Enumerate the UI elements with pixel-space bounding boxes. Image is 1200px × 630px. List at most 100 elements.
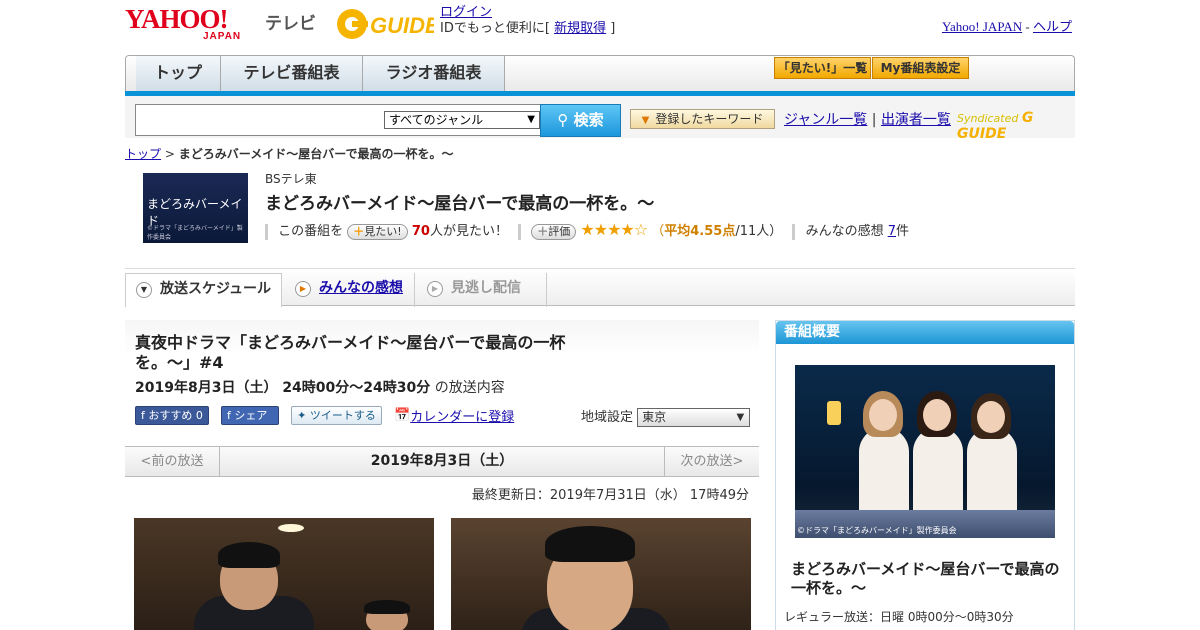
want-label: この番組を <box>278 224 344 239</box>
woman-face <box>923 399 951 431</box>
sidebar-heading: 番組概要 <box>776 321 1074 344</box>
regular-broadcast: レギュラー放送：日曜 0時00分～0時30分 <box>784 610 1014 624</box>
rating-button[interactable]: ＋評価 <box>531 223 577 240</box>
rating-stars: ★★★★☆ <box>580 220 648 239</box>
sidebar-program-summary: 番組概要 ©ドラマ「まどろみバーメイド」製作委員会 まどろみバーメイド～屋台バー… <box>775 320 1075 630</box>
prev-broadcast-button[interactable]: <前の放送 <box>125 447 220 476</box>
date-navigation: <前の放送 2019年8月3日（土） 次の放送> <box>125 446 759 477</box>
search-button-label: 検索 <box>573 111 604 129</box>
svg-text:GUIDE: GUIDE <box>370 13 434 38</box>
calendar-icon: 📅 <box>394 408 411 423</box>
header-right-links: Yahoo! JAPAN - ヘルプ <box>942 16 1072 35</box>
login-note-prefix: IDでもっと便利に[ <box>440 21 555 36</box>
rating-count: /11人） <box>735 224 783 239</box>
facebook-share-button[interactable]: f シェア <box>221 406 280 425</box>
want-list-button[interactable]: 「見たい!」一覧 <box>774 57 871 79</box>
yahoo-japan-link[interactable]: Yahoo! JAPAN <box>942 19 1022 34</box>
rating-button-label: 評価 <box>548 224 571 238</box>
episode-datetime-line: 2019年8月3日（土） 24時00分～24時30分 の放送内容 <box>135 377 505 397</box>
yahoo-logo-text: YAHOO! <box>125 4 229 34</box>
next-broadcast-button[interactable]: 次の放送> <box>664 447 759 476</box>
meta-separator <box>518 223 522 240</box>
my-schedule-button[interactable]: My番組表設定 <box>872 57 969 79</box>
social-buttons: f おすすめ 0 f シェア ✦ ツイートする 📅カレンダーに登録 <box>135 406 514 426</box>
nav-tab-top[interactable]: トップ <box>136 56 221 93</box>
play-icon: ▶ <box>295 281 311 297</box>
episode-title: 真夜中ドラマ「まどろみバーメイド～屋台バーで最高の一杯を。～」#4 <box>135 333 566 372</box>
tab-stream-label: 見逃し配信 <box>451 280 521 296</box>
play-icon: ▶ <box>427 281 443 297</box>
program-key-visual: ©ドラマ「まどろみバーメイド」製作委員会 <box>795 365 1055 538</box>
program-channel: BSテレ東 <box>265 172 317 186</box>
breadcrumb: トップ > まどろみバーメイド～屋台バーで最高の一杯を。～ <box>125 145 454 162</box>
lamp-light <box>278 524 304 532</box>
tab-schedule[interactable]: ▼ 放送スケジュール <box>125 273 282 307</box>
review-unit: 件 <box>896 224 910 239</box>
last-updated: 最終更新日：2019年7月31日（水） 17時49分 <box>471 488 749 503</box>
chevron-down-icon: ▼ <box>527 114 535 125</box>
search-button[interactable]: ⚲ 検索 <box>540 104 621 137</box>
tab-review-label: みんなの感想 <box>319 280 403 296</box>
login-link[interactable]: ログイン <box>440 5 492 20</box>
thumbnail-copyright: ©ドラマ「まどろみバーメイド」製作委員会 <box>147 225 243 241</box>
content-tabs: ▼ 放送スケジュール ▶ みんなの感想 ▶ 見逃し配信 <box>125 268 1075 307</box>
genre-list-link[interactable]: ジャンル一覧 <box>784 112 867 128</box>
meta-separator <box>792 223 796 240</box>
image-copyright: ©ドラマ「まどろみバーメイド」製作委員会 <box>797 526 957 535</box>
woman-face <box>977 401 1005 433</box>
person-hair <box>364 600 410 614</box>
chevron-down-icon: ▼ <box>136 282 152 298</box>
episode-datetime-suffix: の放送内容 <box>430 380 505 396</box>
dropdown-triangle-icon: ▼ <box>641 115 650 126</box>
genre-select[interactable]: すべてのジャンル ▼ <box>384 111 540 129</box>
sidebar-program-title: まどろみバーメイド～屋台バーで最高の一杯を。～ <box>791 560 1060 597</box>
plus-icon: ＋ <box>537 224 549 238</box>
yahoo-logo-sub: JAPAN <box>203 31 242 42</box>
tab-schedule-label: 放送スケジュール <box>160 281 272 297</box>
nav-tab-radio[interactable]: ラジオ番組表 <box>363 56 505 93</box>
facebook-recommend-label: おすすめ 0 <box>148 409 203 422</box>
tweet-label: ツイートする <box>309 409 376 422</box>
login-note-suffix: ] <box>606 21 616 36</box>
help-link[interactable]: ヘルプ <box>1033 19 1072 34</box>
episode-box: 真夜中ドラマ「まどろみバーメイド～屋台バーで最高の一杯を。～」#4 2019年8… <box>125 320 759 435</box>
facebook-recommend-button[interactable]: f おすすめ 0 <box>135 406 209 425</box>
yahoo-tv-logo[interactable]: YAHOO! JAPAN テレビ <box>125 6 320 44</box>
tab-review[interactable]: ▶ みんなの感想 <box>285 273 415 307</box>
tweet-button[interactable]: ✦ ツイートする <box>291 406 382 425</box>
service-name: テレビ <box>265 14 316 34</box>
signup-link[interactable]: 新規取得 <box>554 21 606 36</box>
breadcrumb-current: まどろみバーメイド～屋台バーで最高の一杯を。～ <box>178 147 454 161</box>
performer-list-link[interactable]: 出演者一覧 <box>881 112 951 128</box>
program-thumbnail[interactable]: まどろみバーメイド ©ドラマ「まどろみバーメイド」製作委員会 <box>143 173 248 243</box>
episode-photo-2 <box>451 518 751 630</box>
calendar-link[interactable]: カレンダーに登録 <box>410 410 514 425</box>
episode-photo-1 <box>134 518 434 630</box>
genre-select-value: すべてのジャンル <box>389 113 484 127</box>
search-area: すべてのジャンル ▼ ⚲ 検索 ▼ 登録したキーワード ジャンル一覧 | 出演者一… <box>125 96 1075 142</box>
region-select[interactable]: 東京 ▼ <box>637 408 751 427</box>
syndicated-text: Syndicated <box>957 112 1019 125</box>
breadcrumb-sep: > <box>161 147 179 161</box>
keyword-button[interactable]: ▼ 登録したキーワード <box>630 109 775 129</box>
tab-stream[interactable]: ▶ 見逃し配信 <box>417 273 547 307</box>
chevron-down-icon: ▼ <box>736 412 745 423</box>
want-button[interactable]: ＋見たい! <box>347 223 408 240</box>
nav-tab-tv[interactable]: テレビ番組表 <box>221 56 363 93</box>
region-label: 地域設定 <box>581 410 634 425</box>
search-links: ジャンル一覧 | 出演者一覧 <box>784 109 951 129</box>
lantern-icon <box>827 401 841 425</box>
woman-face <box>869 399 897 431</box>
want-count: 70 <box>411 224 430 239</box>
twitter-bird-icon: ✦ <box>297 409 310 422</box>
plus-icon: ＋ <box>353 224 365 238</box>
program-title: まどろみバーメイド～屋台バーで最高の一杯を。～ <box>265 194 655 214</box>
meta-separator <box>265 223 268 240</box>
review-label: みんなの感想 <box>805 224 884 239</box>
main-nav: トップ テレビ番組表 ラジオ番組表 「見たい!」一覧 My番組表設定 <box>125 55 1075 93</box>
breadcrumb-top[interactable]: トップ <box>125 147 161 161</box>
facebook-share-label: シェア <box>234 409 268 422</box>
region-select-value: 東京 <box>642 410 667 424</box>
header-dash: - <box>1022 19 1033 34</box>
review-count-link[interactable]: 7 <box>888 224 896 239</box>
